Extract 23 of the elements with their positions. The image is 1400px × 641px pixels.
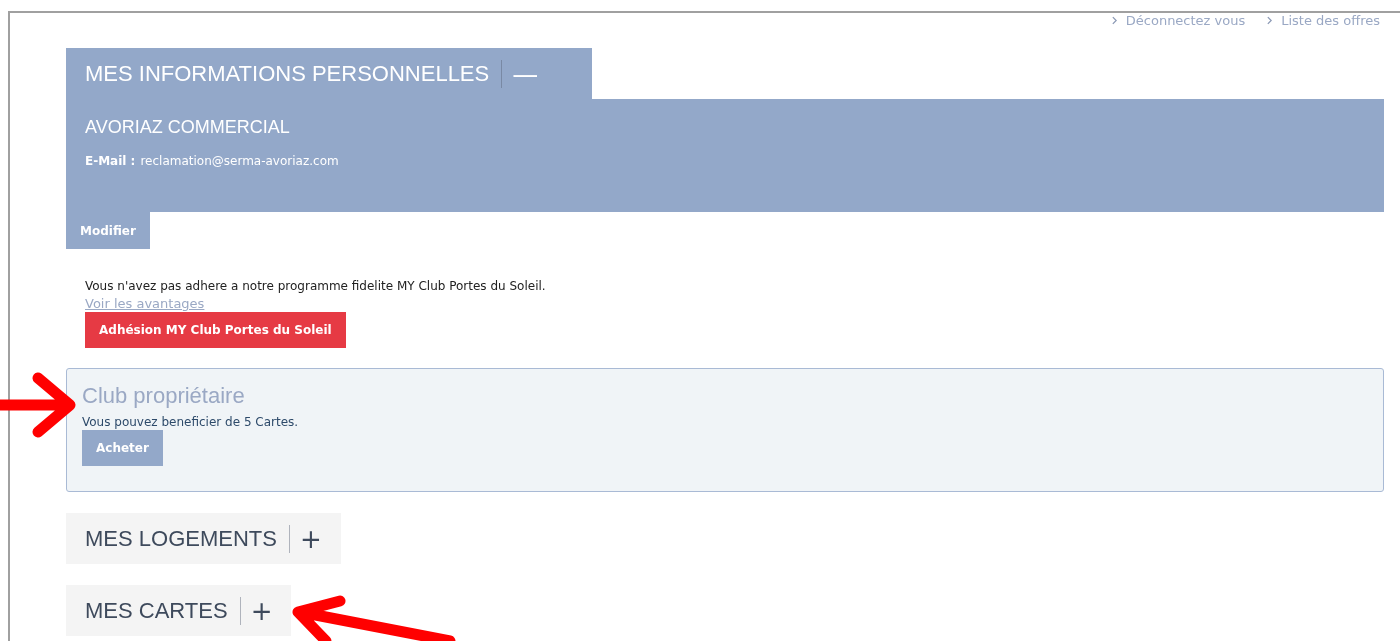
collapse-toggle[interactable]: — — [502, 59, 539, 88]
email-label: E-Mail : — [85, 154, 136, 168]
chevron-icon — [1267, 15, 1273, 25]
nav-link[interactable]: Déconnectez vous — [1111, 13, 1246, 27]
section-title: MES INFORMATIONS PERSONNELLES — [85, 59, 503, 88]
benefits-link[interactable]: Voir les avantages — [85, 296, 205, 311]
section-header[interactable]: MES LOGEMENTS + — [66, 513, 341, 564]
chevron-icon — [1111, 15, 1117, 25]
expand-toggle[interactable]: + — [240, 596, 273, 625]
join-button[interactable]: Adhésion MY Club Portes du Soleil — [85, 312, 346, 348]
edit-button[interactable]: Modifier — [66, 212, 150, 249]
club-message: Vous pouvez beneficier de 5 Cartes. — [82, 415, 300, 429]
buy-button[interactable]: Acheter — [82, 430, 163, 466]
loyalty-message: Vous n'avez pas adhere a notre programme fidelite MY Club Portes du Soleil. — [85, 279, 547, 293]
account-name: AVORIAZ COMMERCIAL — [85, 117, 291, 138]
expand-toggle[interactable]: + — [289, 524, 322, 553]
section-header[interactable]: MES INFORMATIONS PERSONNELLES — — [66, 48, 592, 99]
club-title: Club propriétaire — [82, 383, 246, 409]
nav-link[interactable]: Liste des offres — [1267, 13, 1380, 27]
section-title: MES CARTES — [85, 596, 241, 625]
email-value: reclamation@serma-avoriaz.com — [140, 154, 339, 168]
section-header[interactable]: MES CARTES + — [66, 585, 292, 636]
section-title: MES LOGEMENTS — [85, 524, 290, 553]
